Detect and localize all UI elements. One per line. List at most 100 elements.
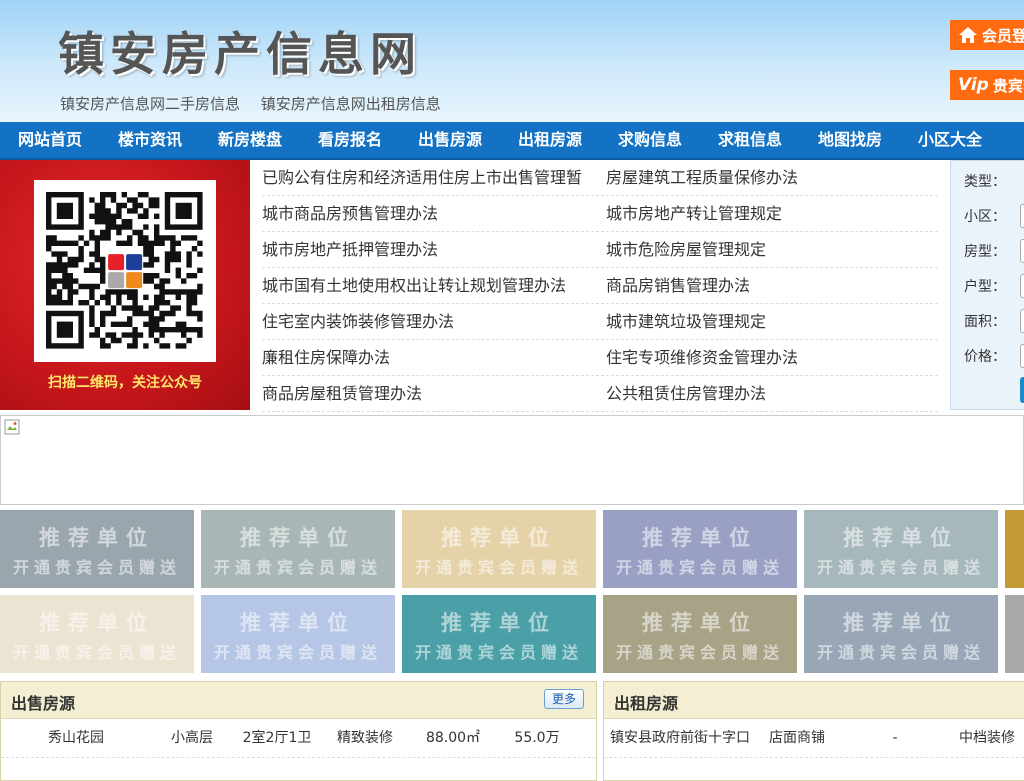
qr-code [34,180,216,362]
qr-caption: 扫描二维码，关注公众号 [48,375,202,391]
list-item: 城市国有土地使用权出让转让规划管理办法 商品房销售管理办法 [262,268,938,304]
search-area-row: 面积： [964,309,1024,333]
tile-subtitle: 开通贵宾会员赠送 [615,558,784,577]
policy-link[interactable]: 城市国有土地使用权出让转让规划管理办法 [262,268,606,303]
recommend-tile[interactable]: 推荐单位 开通贵宾会员赠送 [603,510,797,588]
site-title[interactable]: 镇安房产信息网 [58,18,422,84]
recommend-tile[interactable]: 推荐单位 开通贵宾会员赠送 [804,595,998,673]
nav-for-sale[interactable]: 出售房源 [400,122,500,158]
search-community-row: 小区： [964,204,1024,228]
nav-more[interactable]: 中 [1000,122,1024,158]
area-select[interactable] [1020,309,1024,333]
policy-link[interactable]: 住宅室内装饰装修管理办法 [262,304,606,339]
room-select[interactable] [1020,239,1024,263]
vip-label: 贵宾套 [992,76,1024,95]
nav-for-rent[interactable]: 出租房源 [500,122,600,158]
policy-link[interactable]: 廉租住房保障办法 [262,340,606,375]
tile-title: 推荐单位 [240,526,356,550]
policy-link[interactable]: 房屋建筑工程质量保修办法 [606,160,938,195]
recommend-tile[interactable]: 推荐单位 开通贵宾会员赠送 [402,510,596,588]
tile-title: 推荐单位 [240,611,356,635]
sale-panel-header: 出售房源 更多 [1,682,596,719]
broken-image-icon [4,419,20,435]
tile-subtitle: 开通贵宾会员赠送 [414,643,583,662]
vip-button[interactable]: Vip 贵宾套 [950,70,1024,100]
table-row[interactable]: 秀山花园 小高层 2室2厅1卫 精致装修 88.00㎡ 55.0万 [1,719,596,758]
tile-subtitle: 开通贵宾会员赠送 [12,643,181,662]
policy-list: 已购公有住房和经济适用住房上市出售管理暂 房屋建筑工程质量保修办法 城市商品房预… [262,160,938,412]
tile-title: 推荐单位 [843,526,959,550]
list-item: 住宅室内装饰装修管理办法 城市建筑垃圾管理规定 [262,304,938,340]
tile-title: 推荐单位 [843,611,959,635]
ad-banner[interactable] [0,415,1024,505]
tile-subtitle: 开通贵宾会员赠送 [213,643,382,662]
community-input[interactable] [1020,204,1024,228]
table-row[interactable]: 镇安县政府前街十字口 店面商铺 - 中档装修 [604,719,1024,758]
search-layout-label: 户型： [964,279,1006,295]
nav-new-homes[interactable]: 新房楼盘 [200,122,300,158]
recommend-tile[interactable] [1005,510,1024,588]
list-item: 已购公有住房和经济适用住房上市出售管理暂 房屋建筑工程质量保修办法 [262,160,938,196]
search-panel: 类型： 小区： 房型： 户型： 面积： 价格： [950,160,1024,410]
home-icon [959,27,977,43]
recommend-tile[interactable]: 推荐单位 开通贵宾会员赠送 [402,595,596,673]
rent-panel-title: 出租房源 [614,694,679,713]
listing-price: 55.0万 [514,730,560,746]
tile-subtitle: 开通贵宾会员赠送 [816,558,985,577]
search-layout-row: 户型： [964,274,1024,298]
listing-area: 88.00㎡ [425,730,481,746]
secondhand-link[interactable]: 镇安房产信息网二手房信息 [60,95,240,113]
policy-link[interactable]: 城市商品房预售管理办法 [262,196,606,231]
tile-title: 推荐单位 [39,611,155,635]
sale-panel: 出售房源 更多 秀山花园 小高层 2室2厅1卫 精致装修 88.00㎡ 55.0… [0,681,597,781]
tile-title: 推荐单位 [441,611,557,635]
member-login-button[interactable]: 会员登 [950,20,1024,50]
tile-subtitle: 开通贵宾会员赠送 [213,558,382,577]
price-select[interactable] [1020,344,1024,368]
search-room-row: 房型： [964,239,1024,263]
nav-news[interactable]: 楼市资讯 [100,122,200,158]
search-button[interactable] [1020,377,1024,403]
nav-wanted-buy[interactable]: 求购信息 [600,122,700,158]
tile-subtitle: 开通贵宾会员赠送 [414,558,583,577]
listing-community[interactable]: 秀山花园 [1,719,151,757]
nav-map-search[interactable]: 地图找房 [800,122,900,158]
recommend-tile[interactable]: 推荐单位 开通贵宾会员赠送 [201,595,395,673]
nav-home[interactable]: 网站首页 [0,122,100,158]
policy-link[interactable]: 城市危险房屋管理规定 [606,232,938,267]
layout-select[interactable] [1020,274,1024,298]
search-room-label: 房型： [964,244,1006,260]
nav-wanted-rent[interactable]: 求租信息 [700,122,800,158]
policy-link[interactable]: 已购公有住房和经济适用住房上市出售管理暂 [262,160,606,195]
header-sub-links: 镇安房产信息网二手房信息 镇安房产信息网出租房信息 [60,93,457,114]
policy-link[interactable]: 住宅专项维修资金管理办法 [606,340,938,375]
policy-link[interactable]: 商品房屋租赁管理办法 [262,376,606,411]
search-price-row: 价格： [964,344,1024,368]
listing-address[interactable]: 镇安县政府前街十字口 [604,719,756,757]
listing-building-type: 小高层 [171,730,213,746]
recommend-tile[interactable]: 推荐单位 开通贵宾会员赠送 [603,595,797,673]
tile-subtitle: 开通贵宾会员赠送 [615,643,784,662]
recommend-tile[interactable] [1005,595,1024,673]
tile-title: 推荐单位 [642,611,758,635]
qr-banner[interactable]: 扫描二维码，关注公众号 [0,160,250,410]
recommend-tile[interactable]: 推荐单位 开通贵宾会员赠送 [0,510,194,588]
recommend-tile[interactable]: 推荐单位 开通贵宾会员赠送 [201,510,395,588]
rental-link[interactable]: 镇安房产信息网出租房信息 [261,95,441,113]
sale-more-button[interactable]: 更多 [544,689,584,709]
nav-communities[interactable]: 小区大全 [900,122,1000,158]
policy-link[interactable]: 城市建筑垃圾管理规定 [606,304,938,339]
policy-link[interactable]: 城市房地产抵押管理办法 [262,232,606,267]
policy-link[interactable]: 公共租赁住房管理办法 [606,376,938,411]
policy-link[interactable]: 城市房地产转让管理规定 [606,196,938,231]
tile-title: 推荐单位 [642,526,758,550]
recommend-tile[interactable]: 推荐单位 开通贵宾会员赠送 [0,595,194,673]
nav-viewing-signup[interactable]: 看房报名 [300,122,400,158]
member-login-label: 会员登 [982,26,1024,45]
search-price-label: 价格： [964,349,1006,365]
recommend-tile[interactable]: 推荐单位 开通贵宾会员赠送 [804,510,998,588]
search-type-row: 类型： [964,171,1020,191]
policy-link[interactable]: 商品房销售管理办法 [606,268,938,303]
search-community-label: 小区： [964,209,1006,225]
listing-decoration: 中档装修 [959,730,1015,746]
